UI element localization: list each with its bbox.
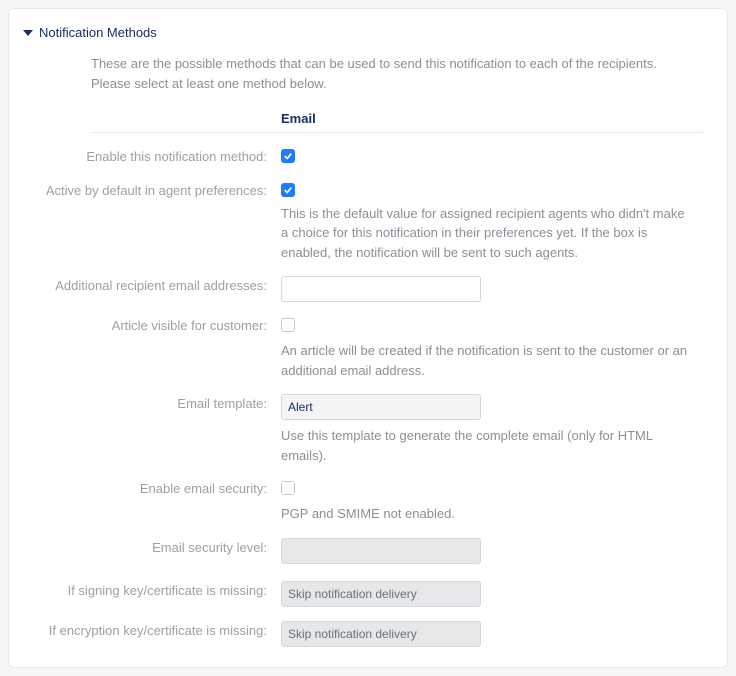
encryption-missing-select[interactable]: Skip notification delivery — [281, 621, 481, 647]
article-visible-help: An article will be created if the notifi… — [281, 341, 693, 380]
email-template-value: Alert — [288, 400, 313, 414]
enable-security-label: Enable email security: — [23, 479, 281, 524]
column-header-email: Email — [281, 111, 713, 132]
active-default-checkbox[interactable] — [281, 183, 295, 197]
security-level-select[interactable] — [281, 538, 481, 564]
enable-method-checkbox[interactable] — [281, 149, 295, 163]
encryption-missing-value: Skip notification delivery — [288, 627, 417, 641]
article-visible-label: Article visible for customer: — [23, 316, 281, 380]
enable-security-checkbox[interactable] — [281, 481, 295, 495]
additional-recipients-input[interactable] — [281, 276, 481, 302]
check-icon — [283, 151, 293, 161]
divider — [91, 132, 703, 133]
enable-method-label: Enable this notification method: — [23, 147, 281, 167]
security-level-label: Email security level: — [23, 538, 281, 567]
notification-methods-panel[interactable]: Notification Methods These are the possi… — [8, 8, 728, 668]
email-template-help: Use this template to generate the comple… — [281, 426, 693, 465]
panel-intro: These are the possible methods that can … — [91, 54, 683, 93]
email-template-label: Email template: — [23, 394, 281, 465]
signing-missing-label: If signing key/certificate is missing: — [23, 581, 281, 607]
signing-missing-value: Skip notification delivery — [288, 587, 417, 601]
signing-missing-select[interactable]: Skip notification delivery — [281, 581, 481, 607]
caret-down-icon — [23, 30, 33, 36]
panel-header[interactable]: Notification Methods — [23, 25, 713, 40]
active-default-label: Active by default in agent preferences: — [23, 181, 281, 263]
email-template-select[interactable]: Alert — [281, 394, 481, 420]
additional-recipients-label: Additional recipient email addresses: — [23, 276, 281, 302]
check-icon — [283, 185, 293, 195]
panel-title: Notification Methods — [39, 25, 157, 40]
enable-security-help: PGP and SMIME not enabled. — [281, 504, 693, 524]
article-visible-checkbox[interactable] — [281, 318, 295, 332]
active-default-help: This is the default value for assigned r… — [281, 204, 693, 263]
encryption-missing-label: If encryption key/certificate is missing… — [23, 621, 281, 647]
